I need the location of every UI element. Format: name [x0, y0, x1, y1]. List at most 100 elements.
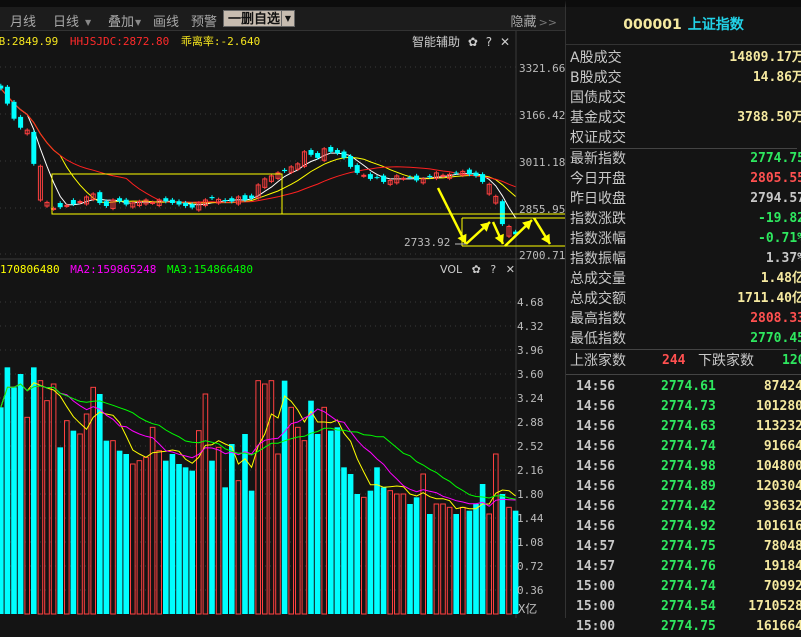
volume-bar-down [17, 374, 24, 614]
volume-bar-up [44, 400, 50, 615]
overlay-label: 叠加 [108, 15, 135, 30]
chart-toolbar: 月线 日线 ▼ 叠加▼ 画线 预警 一删自选 ▼ 隐藏 >> [0, 0, 565, 31]
gear-icon[interactable]: ✿ [468, 35, 478, 49]
volume-bar-up [361, 496, 367, 615]
volume-tick: 0.36 [517, 584, 544, 597]
indicator-bias: 乖离率:-2.640 [180, 35, 261, 48]
dropdown-arrow-icon: ▼ [135, 18, 142, 27]
candle-down [354, 165, 360, 173]
volume-bar-down [209, 460, 215, 614]
smart-assist-label[interactable]: 智能辅助 [412, 35, 460, 49]
tick-volume: 120304 [756, 479, 801, 494]
candle-down [242, 195, 248, 201]
quote-label: 总成交额 [570, 291, 626, 307]
tick-row: 14:56 2774.63 113232 [566, 417, 801, 437]
quote-label: 指数振幅 [570, 251, 626, 267]
volume-bar-up [90, 386, 97, 615]
volume-tick: 3.60 [517, 368, 544, 381]
close-icon[interactable]: ✕ [500, 35, 510, 49]
tick-row: 14:56 2774.73 101280 [566, 397, 801, 417]
volume-bar-down [229, 444, 235, 614]
volume-tick: 1.44 [517, 512, 544, 525]
turnover-rows: A股成交 14809.17万 B股成交 14.86万 国债成交 基金成交 3788.50万权… [566, 45, 801, 148]
tick-row: 14:56 2774.61 87424 [566, 377, 801, 397]
quote-row: 指数振幅 1.37% [566, 249, 801, 269]
quote-label: B股成交 [570, 70, 622, 86]
volume-bar-down [248, 490, 255, 614]
price-tick: 3166.42 [519, 109, 566, 122]
quote-row: 今日开盘 2805.55 [566, 169, 801, 189]
vol-label[interactable]: VOL [440, 263, 462, 276]
volume-bar-down [367, 490, 374, 614]
quote-label: 指数涨幅 [570, 231, 626, 247]
dropdown-arrow-icon: ▼ [85, 18, 92, 27]
indicator-db: DB:2849.99 [0, 35, 59, 48]
favorite-dropdown-icon[interactable]: ▼ [281, 10, 295, 27]
candle-down [341, 151, 347, 158]
kline-chart[interactable] [0, 31, 565, 618]
volume-tick: 2.88 [517, 416, 544, 429]
volume-bar-up [136, 460, 143, 615]
daily-line-button[interactable]: 日线 ▼ [53, 11, 91, 30]
volume-tick: 4.32 [517, 320, 544, 333]
draw-line-button[interactable]: 画线 [153, 11, 179, 30]
candle-down [249, 195, 255, 199]
tick-list[interactable]: 14:56 2774.61 87424 14:56 2774.73 101280 14:56… [566, 374, 801, 637]
candle-down [414, 175, 420, 181]
alert-button[interactable]: 预警 [191, 11, 217, 30]
advance-decline-row: 上涨家数 244 下跌家数 120 [566, 350, 801, 372]
volume-bar-up [149, 426, 156, 615]
volume-bar-down [473, 504, 479, 614]
quote-row: 基金成交 3788.50万 [566, 108, 801, 128]
candle-down [499, 201, 505, 225]
gear-icon[interactable]: ✿ [472, 263, 481, 276]
hide-panel-button[interactable]: 隐藏 >> [511, 11, 557, 30]
overlay-button[interactable]: 叠加▼ [108, 11, 141, 30]
volume-bar-down [31, 367, 37, 614]
volume-bar-down [413, 497, 420, 614]
volume-bar-up [37, 380, 44, 615]
quote-value: 3788.50万 [737, 110, 801, 125]
volume-bar-up [215, 446, 222, 615]
close-icon[interactable]: ✕ [506, 263, 515, 276]
tick-price: 2774.75 [661, 619, 716, 634]
volume-bar-up [506, 506, 512, 615]
candle-up [77, 201, 83, 204]
candle-down [308, 150, 314, 155]
volume-bar-up [433, 503, 440, 615]
tick-price: 2774.74 [661, 439, 716, 454]
volume-bar-down [374, 467, 380, 614]
quote-value: 14809.17万 [729, 50, 801, 65]
tick-price: 2774.75 [661, 539, 716, 554]
volume-bar-down [4, 367, 11, 614]
quote-row: 最新指数 2774.75 [566, 149, 801, 169]
help-icon[interactable]: ? [486, 35, 492, 49]
volume-bar-down [341, 467, 347, 614]
volume-bar-down [222, 487, 228, 614]
remove-favorite-button[interactable]: 一删自选 [223, 10, 286, 27]
tick-row: 14:56 2774.89 120304 [566, 477, 801, 497]
quote-label: 最高指数 [570, 311, 626, 327]
volume-bar-down [182, 467, 189, 614]
candle-down [315, 153, 321, 158]
tick-price: 2774.42 [661, 499, 716, 514]
low-price-annotation: 2733.92 [404, 236, 451, 249]
candle-down [427, 175, 433, 178]
help-icon[interactable]: ? [490, 263, 496, 276]
quote-value: 2805.55 [750, 171, 801, 186]
price-tick: 3321.66 [519, 62, 566, 75]
quote-value: 1.37% [765, 251, 801, 266]
candle-down [123, 199, 129, 205]
monthly-line-button[interactable]: 月线 [10, 11, 36, 30]
candle-down [117, 198, 123, 202]
volume-bar-down [314, 434, 321, 614]
quote-row: B股成交 14.86万 [566, 68, 801, 88]
volume-tick: 3.96 [517, 344, 544, 357]
tick-volume: 70992 [763, 579, 801, 594]
volume-bar-up [110, 440, 116, 615]
quote-label: 基金成交 [570, 110, 626, 126]
volume-ma3: MA3:154866480 [166, 263, 254, 276]
tick-time: 14:56 [576, 499, 616, 514]
tick-volume: 91664 [763, 439, 801, 454]
tick-row: 15:00 2774.75 161664 [566, 617, 801, 637]
